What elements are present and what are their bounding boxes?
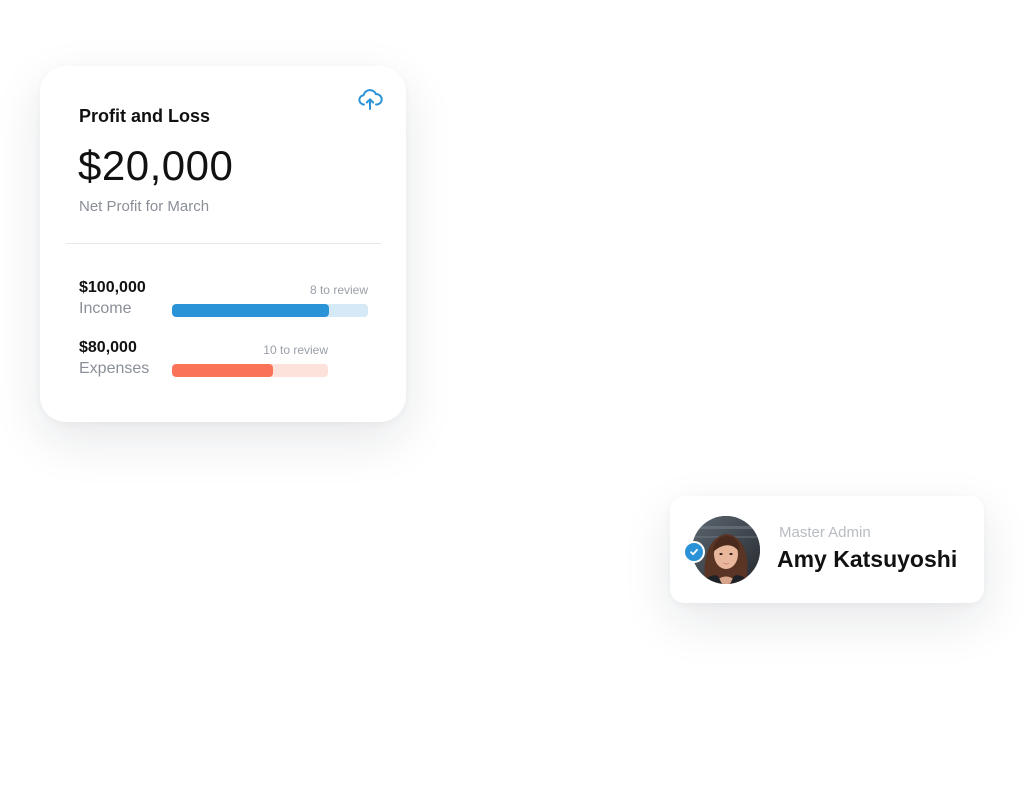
income-label: Income	[79, 300, 132, 317]
expenses-progress-fill	[172, 364, 274, 377]
profit-loss-card: Profit and Loss $20,000 Net Profit for M…	[40, 66, 406, 422]
divider	[66, 243, 381, 244]
expenses-label: Expenses	[79, 360, 150, 377]
page: Profit and Loss $20,000 Net Profit for M…	[0, 0, 1024, 788]
profile-card: Master Admin Amy Katsuyoshi	[670, 496, 984, 603]
verified-check-icon	[683, 541, 705, 563]
income-amount: $100,000	[79, 279, 146, 296]
card-title: Profit and Loss	[79, 106, 211, 126]
net-profit-caption: Net Profit for March	[79, 198, 210, 215]
income-progress-fill	[172, 304, 329, 317]
expenses-progress-bar	[172, 364, 328, 377]
user-role: Master Admin	[779, 524, 871, 541]
net-profit-amount: $20,000	[78, 142, 234, 189]
income-review-link[interactable]: 8 to review	[240, 283, 368, 297]
cloud-upload-icon[interactable]	[357, 88, 383, 112]
expenses-amount: $80,000	[79, 339, 137, 356]
income-progress-bar	[172, 304, 368, 317]
expenses-review-link[interactable]: 10 to review	[200, 343, 328, 357]
user-name: Amy Katsuyoshi	[777, 546, 958, 572]
